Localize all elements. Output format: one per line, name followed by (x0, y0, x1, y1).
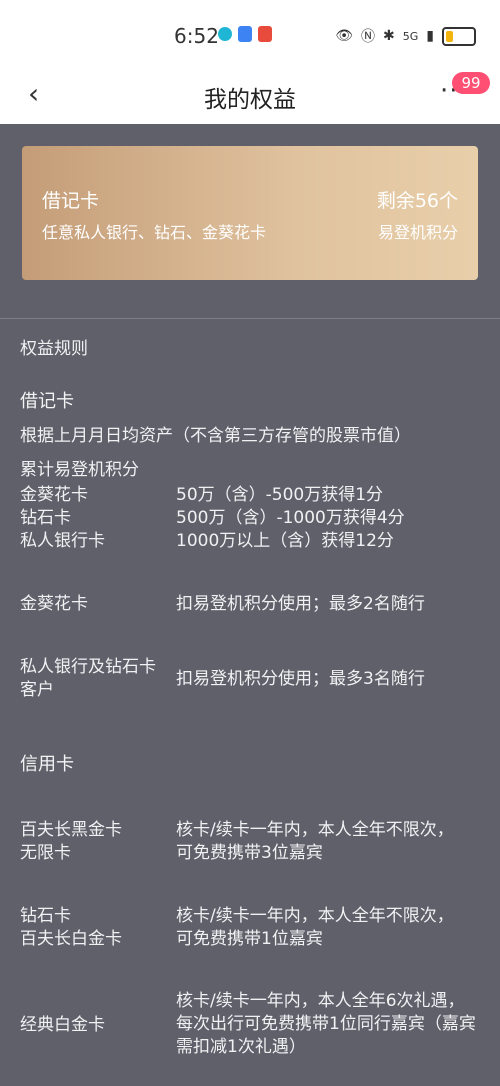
credit-card-name: 百夫长黑金卡 (20, 820, 122, 840)
credit-text: 核卡/续卡一年内，本人全年不限次，可免费携带3位嘉宾 (176, 820, 454, 863)
tier-card: 钻石卡 (20, 508, 71, 528)
nav-bar: ‹ 我的权益 ··· 99 (0, 66, 500, 124)
credit-card-name: 无限卡 (20, 843, 71, 863)
status-time: 6:52 (174, 24, 219, 48)
status-bar: 6:52 👁 Ⓝ ✱ 5G ▮ (0, 0, 500, 66)
card-remaining: 剩余56个 (376, 190, 458, 212)
credit-text: 核卡/续卡一年内，本人全年6次礼遇，每次出行可免费携带1位同行嘉宾（嘉宾需扣减1… (176, 991, 476, 1057)
tier-card: 私人银行卡 (20, 531, 105, 551)
network-label: 5G (402, 29, 419, 43)
benefit-card-name: 客户 (20, 680, 54, 700)
card-title: 借记卡 (42, 190, 100, 212)
benefit-card[interactable]: 借记卡 任意私人银行、钻石、金葵花卡 剩余56个 易登机积分 (22, 146, 478, 280)
benefit-text: 扣易登机积分使用；最多3名随行 (176, 669, 425, 689)
card-unit: 易登机积分 (377, 223, 458, 242)
benefit-card-name: 金葵花卡 (20, 594, 88, 614)
message-badge: 99 (452, 72, 490, 94)
rules-heading: 权益规则 (20, 339, 88, 359)
tier-rule: 1000万以上（含）获得12分 (176, 531, 394, 551)
tier-rule: 50万（含）-500万获得1分 (176, 485, 384, 505)
page-title: 我的权益 (204, 87, 296, 113)
divider (0, 318, 500, 319)
credit-text: 核卡/续卡一年内，本人全年不限次，可免费携带1位嘉宾 (176, 906, 454, 949)
debit-basis: 根据上月月日均资产（不含第三方存管的股票市值） (20, 426, 411, 446)
credit-title: 信用卡 (20, 754, 74, 775)
credit-card-name: 钻石卡 (20, 906, 71, 926)
signal-icon: ▮ (426, 28, 434, 44)
credit-card-name: 百夫长白金卡 (20, 929, 122, 949)
debit-title: 借记卡 (20, 391, 74, 412)
benefit-text: 扣易登机积分使用；最多2名随行 (176, 594, 425, 614)
battery-icon (442, 26, 476, 46)
eye-icon: 👁 (335, 28, 354, 44)
card-desc: 任意私人银行、钻石、金葵花卡 (42, 223, 267, 242)
debit-accum: 累计易登机积分 (20, 460, 139, 480)
status-app-icons (218, 26, 272, 42)
bluetooth-icon: ✱ (383, 28, 395, 44)
app-notification-icon (238, 26, 252, 42)
app-notification-icon (218, 27, 232, 41)
status-indicators: 👁 Ⓝ ✱ 5G ▮ (335, 26, 476, 46)
benefit-card-name: 私人银行及钻石卡 (20, 657, 156, 677)
app-notification-icon (258, 26, 272, 42)
tier-rule: 500万（含）-1000万获得4分 (176, 508, 405, 528)
tier-card: 金葵花卡 (20, 485, 88, 505)
nfc-icon: Ⓝ (361, 29, 376, 45)
credit-card-name: 经典白金卡 (20, 1015, 105, 1035)
